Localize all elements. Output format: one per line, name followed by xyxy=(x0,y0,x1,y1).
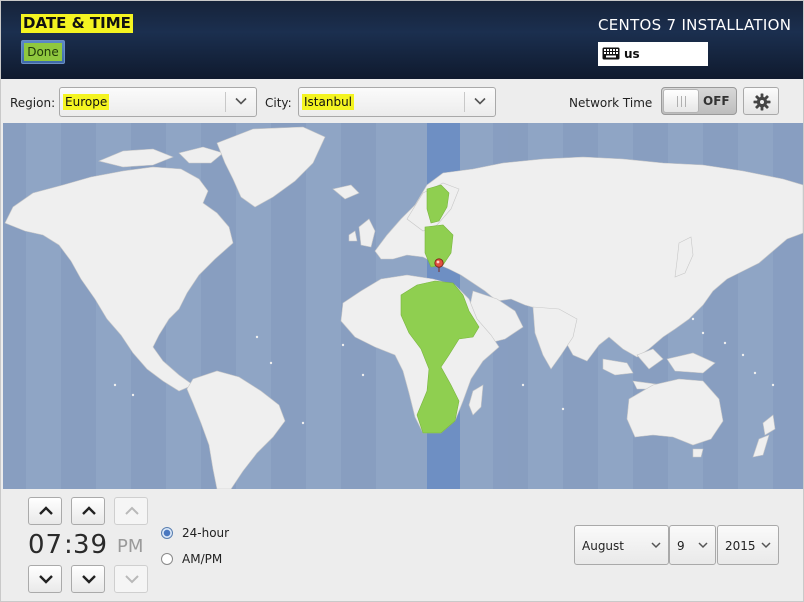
keyboard-icon xyxy=(602,47,620,60)
format-ampm-radio[interactable] xyxy=(161,553,173,565)
keyboard-layout-indicator[interactable]: us xyxy=(598,42,708,66)
timezone-map[interactable] xyxy=(3,123,803,489)
switch-knob xyxy=(663,89,699,113)
time-ampm-indicator: PM xyxy=(117,536,144,557)
region-value: Europe xyxy=(63,94,110,110)
chevron-down-icon xyxy=(474,97,486,105)
installer-window: DATE & TIME Done CENTOS 7 INSTALLATION u… xyxy=(0,0,804,602)
installation-title: CENTOS 7 INSTALLATION xyxy=(598,16,792,34)
keyboard-layout-label: us xyxy=(624,47,640,61)
gear-icon xyxy=(753,93,771,111)
chevron-up-icon xyxy=(82,506,96,515)
format-24h-radio[interactable] xyxy=(161,527,173,539)
region-label: Region: xyxy=(10,96,56,110)
network-time-label: Network Time xyxy=(569,96,653,110)
region-select[interactable]: Europe xyxy=(59,87,257,117)
chevron-down-icon xyxy=(125,575,139,584)
city-value: Istanbul xyxy=(302,94,355,110)
network-time-settings-button[interactable] xyxy=(743,87,779,115)
region-select-separator xyxy=(225,92,226,112)
time-separator: : xyxy=(64,530,73,560)
chevron-down-icon xyxy=(39,575,53,584)
header-bar: DATE & TIME Done CENTOS 7 INSTALLATION u… xyxy=(1,1,803,79)
time-minutes: 39 xyxy=(73,530,109,560)
day-value: 9 xyxy=(677,539,685,553)
year-select[interactable]: 2015 xyxy=(717,525,779,565)
network-time-state: OFF xyxy=(703,94,730,108)
chevron-up-icon xyxy=(125,506,139,515)
done-button[interactable]: Done xyxy=(21,40,65,64)
done-button-label: Done xyxy=(24,43,62,61)
chevron-down-icon xyxy=(651,542,661,549)
minutes-increment-button[interactable] xyxy=(71,497,105,525)
ampm-decrement-button[interactable] xyxy=(114,565,148,593)
chevron-up-icon xyxy=(39,506,53,515)
hours-decrement-button[interactable] xyxy=(28,565,62,593)
year-value: 2015 xyxy=(725,539,756,553)
world-map-graphic xyxy=(3,123,803,489)
time-hours: 07 xyxy=(28,530,64,560)
day-select[interactable]: 9 xyxy=(669,525,716,565)
city-select[interactable]: Istanbul xyxy=(298,87,496,117)
ampm-increment-button[interactable] xyxy=(114,497,148,525)
hours-increment-button[interactable] xyxy=(28,497,62,525)
chevron-down-icon xyxy=(698,542,708,549)
chevron-down-icon xyxy=(235,97,247,105)
city-select-separator xyxy=(464,92,465,112)
page-title: DATE & TIME xyxy=(21,14,133,33)
month-value: August xyxy=(582,539,624,553)
month-select[interactable]: August xyxy=(574,525,669,565)
format-ampm-label: AM/PM xyxy=(182,552,223,566)
city-label: City: xyxy=(265,96,292,110)
minutes-decrement-button[interactable] xyxy=(71,565,105,593)
chevron-down-icon xyxy=(82,575,96,584)
network-time-switch[interactable]: OFF xyxy=(661,87,737,115)
chevron-down-icon xyxy=(761,542,771,549)
format-24h-label: 24-hour xyxy=(182,526,230,540)
